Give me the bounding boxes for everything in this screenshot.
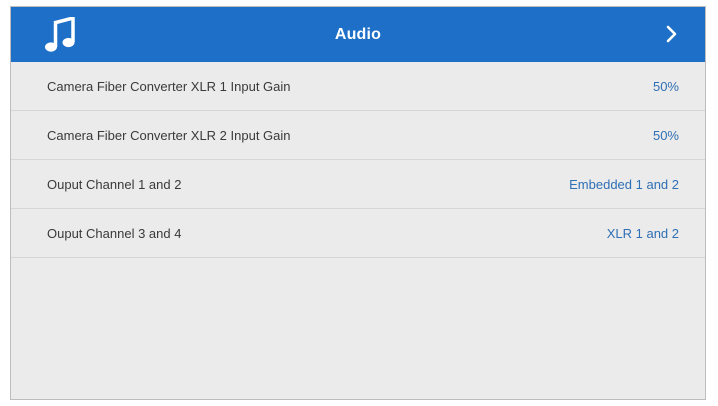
- setting-label: Ouput Channel 1 and 2: [47, 176, 182, 192]
- music-note-icon: [45, 17, 75, 52]
- setting-value[interactable]: 50%: [653, 79, 679, 94]
- setting-label: Camera Fiber Converter XLR 1 Input Gain: [47, 78, 291, 94]
- setting-row-output-3-4[interactable]: Ouput Channel 3 and 4 XLR 1 and 2: [11, 209, 705, 258]
- chevron-right-icon[interactable]: [663, 21, 681, 47]
- settings-list: Camera Fiber Converter XLR 1 Input Gain …: [11, 62, 705, 258]
- audio-header: Audio: [11, 7, 705, 62]
- setting-row-xlr2-gain[interactable]: Camera Fiber Converter XLR 2 Input Gain …: [11, 111, 705, 160]
- setting-value[interactable]: 50%: [653, 128, 679, 143]
- setting-value[interactable]: XLR 1 and 2: [607, 226, 679, 241]
- setting-row-xlr1-gain[interactable]: Camera Fiber Converter XLR 1 Input Gain …: [11, 62, 705, 111]
- setting-row-output-1-2[interactable]: Ouput Channel 1 and 2 Embedded 1 and 2: [11, 160, 705, 209]
- audio-settings-panel: Audio Camera Fiber Converter XLR 1 Input…: [10, 6, 706, 400]
- setting-label: Ouput Channel 3 and 4: [47, 225, 182, 241]
- page-title: Audio: [334, 25, 382, 43]
- setting-label: Camera Fiber Converter XLR 2 Input Gain: [47, 127, 291, 143]
- setting-value[interactable]: Embedded 1 and 2: [569, 177, 679, 192]
